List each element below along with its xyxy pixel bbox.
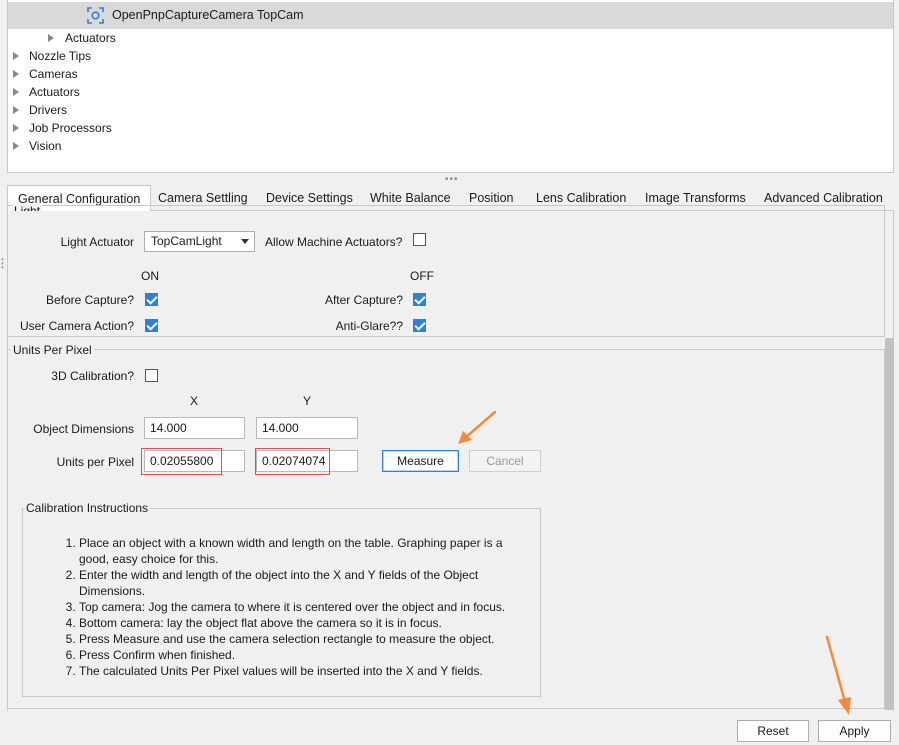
object-dimensions-label: Object Dimensions xyxy=(33,422,134,436)
highlight-box xyxy=(255,448,330,475)
tree-item-label: Drivers xyxy=(29,103,67,117)
chevron-down-icon xyxy=(241,239,249,244)
allow-machine-actuators-checkbox[interactable] xyxy=(413,233,426,246)
instruction-step: Press Measure and use the camera selecti… xyxy=(79,631,507,647)
object-dimension-y-input[interactable]: 14.000 xyxy=(256,417,358,439)
tree-item-label: Vision xyxy=(29,139,62,153)
measure-button[interactable]: Measure xyxy=(382,450,459,472)
allow-machine-actuators-label: Allow Machine Actuators? xyxy=(265,235,403,249)
y-header: Y xyxy=(303,394,312,408)
3d-calibration-label: 3D Calibration? xyxy=(51,369,134,383)
expand-arrow-icon[interactable] xyxy=(13,106,19,114)
tree-item-label: Actuators xyxy=(65,31,116,45)
anti-glare-label: Anti-Glare?? xyxy=(335,319,403,333)
off-header: OFF xyxy=(410,269,434,283)
tree-item-label: Cameras xyxy=(29,67,78,81)
side-splitter-handle[interactable]: • • • xyxy=(1,256,5,272)
instruction-step: Bottom camera: lay the object flat above… xyxy=(79,615,507,631)
light-actuator-label: Light Actuator xyxy=(60,235,134,249)
units-per-pixel-title: Units Per Pixel xyxy=(11,343,94,357)
expand-arrow-icon[interactable] xyxy=(13,88,19,96)
x-header: X xyxy=(190,394,199,408)
highlight-box xyxy=(141,448,222,475)
light-actuator-value: TopCamLight xyxy=(151,234,222,248)
tree-item-label: Actuators xyxy=(29,85,80,99)
before-capture-label: Before Capture? xyxy=(45,293,134,307)
expand-arrow-icon[interactable] xyxy=(13,70,19,78)
object-dimension-x-input[interactable]: 14.000 xyxy=(144,417,245,439)
on-header: ON xyxy=(141,269,159,283)
cancel-button[interactable]: Cancel xyxy=(469,450,541,472)
3d-calibration-checkbox[interactable] xyxy=(145,369,158,382)
instruction-step: Top camera: Jog the camera to where it i… xyxy=(79,599,507,615)
tree-item-label: Nozzle Tips xyxy=(29,49,92,63)
calibration-instructions-title: Calibration Instructions xyxy=(24,501,151,515)
calibration-instructions-list: Place an object with a known width and l… xyxy=(57,535,507,679)
tree-item-label: Job Processors xyxy=(29,121,112,135)
instruction-step: The calculated Units Per Pixel values wi… xyxy=(79,663,507,679)
before-capture-checkbox[interactable] xyxy=(145,293,158,306)
splitter-handle[interactable]: ••• xyxy=(445,175,459,185)
expand-arrow-icon[interactable] xyxy=(48,34,54,42)
after-capture-checkbox[interactable] xyxy=(413,293,426,306)
instruction-step: Enter the width and length of the object… xyxy=(79,567,507,599)
user-camera-action-label: User Camera Action? xyxy=(19,319,134,333)
light-actuator-select[interactable]: TopCamLight xyxy=(144,231,255,252)
machine-tree: OpenPnpCaptureCamera TopCam Actuators No… xyxy=(7,0,894,173)
tree-item-topcam[interactable]: OpenPnpCaptureCamera TopCam xyxy=(8,2,893,29)
light-group xyxy=(7,205,885,337)
after-capture-label: After Capture? xyxy=(324,293,403,307)
tree-item-label: OpenPnpCaptureCamera TopCam xyxy=(112,8,304,22)
expand-arrow-icon[interactable] xyxy=(13,142,19,150)
expand-arrow-icon[interactable] xyxy=(13,52,19,60)
apply-button[interactable]: Apply xyxy=(818,720,891,742)
camera-icon xyxy=(87,7,104,24)
light-group-title: Light xyxy=(12,204,43,211)
reset-button[interactable]: Reset xyxy=(737,720,809,742)
instruction-step: Press Confirm when finished. xyxy=(79,647,507,663)
instruction-step: Place an object with a known width and l… xyxy=(79,535,507,567)
anti-glare-checkbox[interactable] xyxy=(413,319,426,332)
scrollbar[interactable] xyxy=(885,338,894,710)
units-per-pixel-label: Units per Pixel xyxy=(56,455,134,469)
expand-arrow-icon[interactable] xyxy=(13,124,19,132)
user-camera-action-checkbox[interactable] xyxy=(145,319,158,332)
